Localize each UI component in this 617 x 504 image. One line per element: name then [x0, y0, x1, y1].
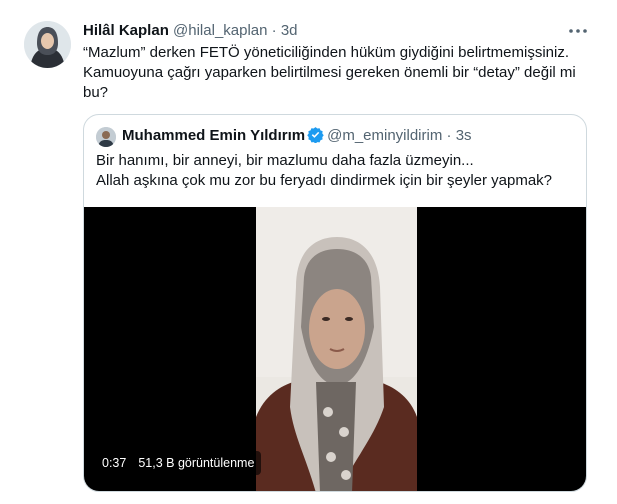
video-frame [256, 207, 417, 491]
quoted-tweet-timestamp[interactable]: 3s [456, 127, 472, 144]
video-duration: 0:37 [102, 456, 127, 470]
video-info-badge: 0:37 51,3 B görüntülenme [95, 451, 262, 475]
author-avatar[interactable] [24, 21, 71, 68]
author-handle[interactable]: @hilal_kaplan [173, 22, 267, 39]
quoted-author-avatar[interactable] [96, 127, 116, 147]
quoted-tweet-line-1: Bir hanımı, bir anneyi, bir mazlumu daha… [96, 152, 474, 169]
video-player[interactable]: 0:37 51,3 B görüntülenme [84, 207, 586, 491]
quoted-tweet-text: Bir hanımı, bir anneyi, bir mazlumu daha… [96, 151, 576, 191]
video-view-count: 51,3 B görüntülenme [138, 456, 255, 470]
quoted-separator-dot: · [446, 127, 452, 144]
tweet-text: “Mazlum” derken FETÖ yöneticiliğinden hü… [83, 44, 576, 101]
author-name[interactable]: Hilâl Kaplan [83, 22, 169, 39]
quoted-tweet-line-2: Allah aşkına çok mu zor bu feryadı dindi… [96, 172, 553, 189]
quoted-tweet[interactable]: Muhammed Emin Yıldırım @m_eminyildirim · … [83, 114, 587, 492]
author-avatar-image [24, 21, 71, 68]
more-options-icon[interactable] [566, 20, 590, 40]
tweet[interactable]: Hilâl Kaplan @hilal_kaplan · 3d “Mazlum”… [0, 0, 617, 504]
tweet-timestamp[interactable]: 3d [281, 22, 298, 39]
quoted-author-handle[interactable]: @m_eminyildirim [327, 127, 442, 144]
quoted-author-avatar-image [96, 127, 116, 147]
separator-dot: · [271, 22, 277, 39]
quoted-author-name[interactable]: Muhammed Emin Yıldırım [122, 127, 305, 144]
verified-badge-icon [307, 126, 324, 149]
tweet-header: Hilâl Kaplan @hilal_kaplan · 3d [83, 21, 298, 41]
quoted-tweet-header: Muhammed Emin Yıldırım @m_eminyildirim · … [122, 126, 472, 149]
video-thumbnail-image [256, 207, 417, 491]
